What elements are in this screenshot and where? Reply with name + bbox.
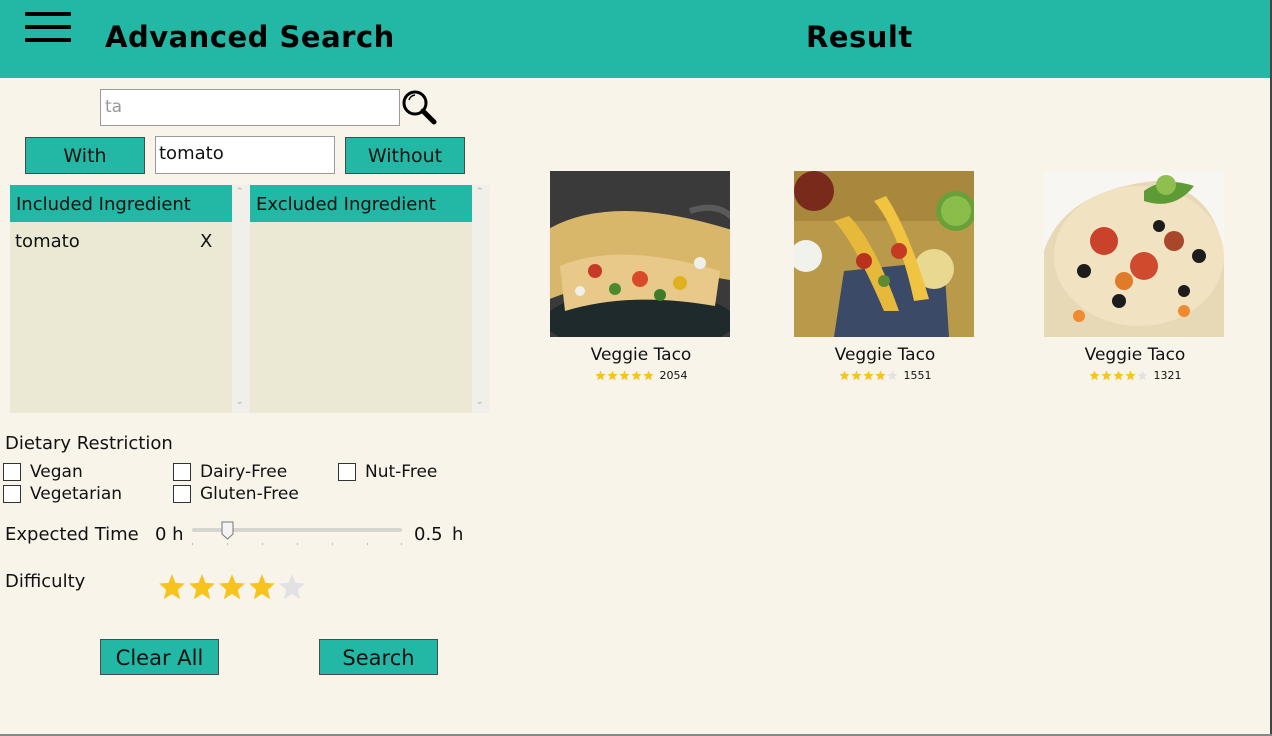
result-title: Result xyxy=(806,20,913,54)
star-filled-icon xyxy=(642,370,654,381)
checkbox-label: Vegan xyxy=(30,462,83,482)
page-title: Advanced Search xyxy=(105,20,395,54)
recipe-image[interactable] xyxy=(1044,171,1224,337)
star-filled-icon xyxy=(838,370,850,381)
star-filled-icon xyxy=(1088,370,1100,381)
checkbox-label: Gluten-Free xyxy=(200,484,299,504)
checkbox-label: Nut-Free xyxy=(365,462,438,482)
vegetarian-checkbox[interactable]: Vegetarian xyxy=(3,484,122,504)
time-unit: h xyxy=(452,524,464,545)
time-value: 0.5 xyxy=(414,524,443,545)
star-empty-icon xyxy=(1136,370,1148,381)
star-filled-icon xyxy=(874,370,886,381)
checkbox-icon xyxy=(3,463,21,481)
star-filled-icon[interactable] xyxy=(217,573,247,601)
recipe-image[interactable] xyxy=(794,171,974,337)
scroll-down-icon[interactable]: ⌄ xyxy=(476,397,484,407)
excluded-ingredient-header: Excluded Ingredient xyxy=(250,185,472,222)
time-min-label: 0 h xyxy=(155,524,184,545)
dairy-free-checkbox[interactable]: Dairy-Free xyxy=(173,462,287,482)
rating-stars xyxy=(594,370,655,381)
gluten-free-checkbox[interactable]: Gluten-Free xyxy=(173,484,299,504)
scroll-up-icon[interactable]: ⌃ xyxy=(476,187,484,197)
difficulty-rating[interactable] xyxy=(157,573,307,601)
search-input[interactable]: ta xyxy=(100,89,400,126)
checkbox-icon xyxy=(173,463,191,481)
scroll-up-icon[interactable]: ⌃ xyxy=(236,187,244,197)
checkbox-label: Vegetarian xyxy=(30,484,123,504)
star-filled-icon[interactable] xyxy=(157,573,187,601)
star-filled-icon[interactable] xyxy=(187,573,217,601)
menu-icon[interactable] xyxy=(25,12,71,42)
star-filled-icon xyxy=(850,370,862,381)
dietary-restriction-label: Dietary Restriction xyxy=(5,433,173,454)
rating-stars xyxy=(838,370,899,381)
star-filled-icon xyxy=(618,370,630,381)
checkbox-label: Dairy-Free xyxy=(200,462,288,482)
vegan-checkbox[interactable]: Vegan xyxy=(3,462,83,482)
without-button[interactable]: Without xyxy=(345,137,465,174)
recipe-title[interactable]: Veggie Taco xyxy=(1044,345,1226,367)
recipe-image[interactable] xyxy=(550,171,730,337)
ingredient-name: tomato xyxy=(15,231,80,252)
included-scrollbar[interactable]: ⌃ ⌄ xyxy=(232,185,250,413)
clear-all-button[interactable]: Clear All xyxy=(100,639,219,675)
star-filled-icon xyxy=(1124,370,1136,381)
star-filled-icon xyxy=(1100,370,1112,381)
checkbox-icon xyxy=(173,485,191,503)
star-empty-icon[interactable] xyxy=(277,573,307,601)
recipe-title[interactable]: Veggie Taco xyxy=(550,345,732,367)
result-card[interactable]: Veggie Taco 1321 xyxy=(1044,171,1226,382)
recipe-title[interactable]: Veggie Taco xyxy=(794,345,976,367)
result-card[interactable]: Veggie Taco 2054 xyxy=(550,171,732,382)
included-ingredient-list: Included Ingredient tomato X xyxy=(10,185,232,413)
included-ingredient-header: Included Ingredient xyxy=(10,185,232,222)
star-filled-icon xyxy=(630,370,642,381)
ingredient-input-value: tomato xyxy=(159,143,224,164)
checkbox-icon xyxy=(338,463,356,481)
time-slider-thumb[interactable] xyxy=(221,521,234,540)
star-filled-icon xyxy=(606,370,618,381)
search-icon[interactable] xyxy=(401,89,437,125)
excluded-ingredient-list: Excluded Ingredient xyxy=(250,185,472,413)
star-filled-icon xyxy=(862,370,874,381)
result-card[interactable]: Veggie Taco 1551 xyxy=(794,171,976,382)
star-filled-icon[interactable] xyxy=(247,573,277,601)
with-button[interactable]: With xyxy=(25,137,145,174)
difficulty-label: Difficulty xyxy=(5,571,86,592)
list-item: tomato X xyxy=(10,222,232,262)
star-filled-icon xyxy=(594,370,606,381)
recipe-rating: 1321 xyxy=(1044,369,1226,382)
rating-count: 1321 xyxy=(1153,369,1182,382)
search-button[interactable]: Search xyxy=(319,639,438,675)
time-slider-ticks xyxy=(192,543,402,546)
rating-count: 1551 xyxy=(903,369,932,382)
search-input-value: ta xyxy=(105,97,123,117)
scroll-down-icon[interactable]: ⌄ xyxy=(236,397,244,407)
excluded-scrollbar[interactable]: ⌃ ⌄ xyxy=(472,185,490,413)
ingredient-input[interactable]: tomato xyxy=(155,136,335,174)
star-empty-icon xyxy=(886,370,898,381)
rating-stars xyxy=(1088,370,1149,381)
recipe-rating: 2054 xyxy=(550,369,732,382)
expected-time-label: Expected Time xyxy=(5,524,139,545)
star-filled-icon xyxy=(1112,370,1124,381)
app-header: Advanced Search Result xyxy=(0,0,1270,78)
recipe-rating: 1551 xyxy=(794,369,976,382)
remove-ingredient-button[interactable]: X xyxy=(200,222,212,262)
rating-count: 2054 xyxy=(659,369,688,382)
nut-free-checkbox[interactable]: Nut-Free xyxy=(338,462,437,482)
checkbox-icon xyxy=(3,485,21,503)
